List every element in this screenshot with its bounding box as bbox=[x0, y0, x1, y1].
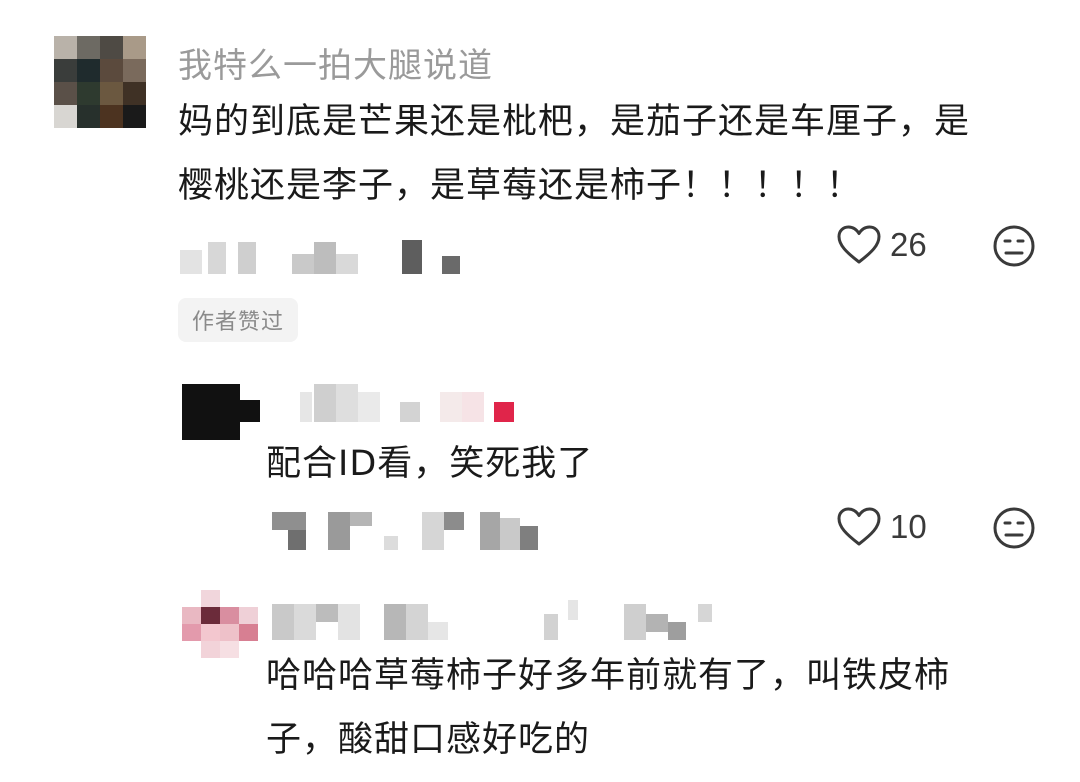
comment-meta-blurred bbox=[180, 240, 480, 276]
like-button[interactable]: 10 bbox=[836, 504, 956, 550]
content-line: 子，酸甜口感好吃的 bbox=[266, 720, 591, 760]
reply-username-blurred[interactable] bbox=[300, 384, 540, 424]
avatar[interactable] bbox=[182, 590, 258, 658]
comment-meta-blurred bbox=[272, 512, 562, 552]
comment-content: 妈的到底是芒果还是枇杷，是茄子还是车厘子，是 樱桃还是李子，是草莓还是柿子！！！… bbox=[178, 90, 970, 218]
avatar[interactable] bbox=[54, 36, 146, 128]
content-line: 樱桃还是李子，是草莓还是柿子！！！！！ bbox=[178, 166, 863, 206]
comment-content: 哈哈哈草莓柿子好多年前就有了，叫铁皮柿 子，酸甜口感好吃的 bbox=[266, 644, 950, 772]
avatar[interactable] bbox=[182, 384, 262, 440]
comment-username[interactable]: 我特么一拍大腿说道 bbox=[178, 38, 493, 87]
reply-username-blurred[interactable] bbox=[272, 600, 722, 642]
frown-icon[interactable] bbox=[992, 224, 1036, 268]
heart-icon bbox=[836, 224, 882, 266]
content-line: 哈哈哈草莓柿子好多年前就有了，叫铁皮柿 bbox=[266, 656, 951, 696]
author-liked-badge: 作者赞过 bbox=[178, 298, 299, 342]
comment-content: 配合ID看，笑死我了 bbox=[266, 432, 593, 496]
content-line: 妈的到底是芒果还是枇杷，是茄子还是车厘子，是 bbox=[178, 102, 971, 142]
like-button[interactable]: 26 bbox=[836, 222, 956, 268]
content-line: 配合ID看，笑死我了 bbox=[266, 444, 594, 484]
like-count: 10 bbox=[890, 508, 927, 545]
like-count: 26 bbox=[890, 226, 927, 263]
frown-icon[interactable] bbox=[992, 506, 1036, 550]
heart-icon bbox=[836, 506, 882, 548]
